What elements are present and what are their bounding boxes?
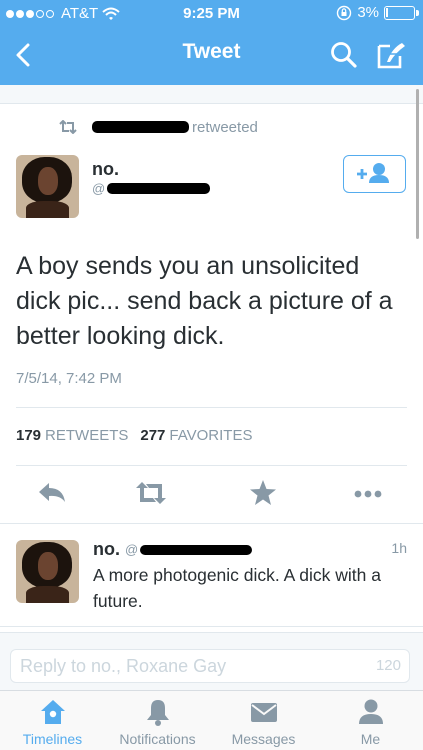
- compose-icon[interactable]: [376, 40, 408, 70]
- tweet-text: A boy sends you an unsolicited dick pic.…: [16, 252, 393, 350]
- reply-composer: 120: [0, 632, 423, 690]
- avatar-face: [38, 552, 58, 580]
- top-separator: [0, 85, 423, 104]
- tab-label: Messages: [231, 731, 296, 747]
- divider: [16, 407, 407, 408]
- avatar-shoulders: [26, 201, 69, 218]
- retweets-label[interactable]: RETWEETS: [45, 427, 128, 444]
- retweet-small-icon: [59, 120, 77, 134]
- person-icon: [359, 699, 383, 724]
- favorite-star-icon[interactable]: [245, 475, 281, 511]
- avatar-face: [38, 167, 58, 195]
- divider: [0, 523, 423, 524]
- retweet-context: retweeted: [58, 117, 258, 137]
- retweet-icon[interactable]: [133, 475, 169, 511]
- reply-icon[interactable]: [35, 475, 71, 511]
- tab-notifications[interactable]: Notifications: [105, 691, 210, 750]
- bell-icon: [147, 700, 169, 726]
- tweet-stats: 179 RETWEETS 277 FAVORITES: [16, 427, 252, 444]
- envelope-icon: [251, 703, 277, 722]
- scrollbar[interactable]: [416, 89, 419, 239]
- battery-icon: [384, 5, 419, 20]
- reply-author-name[interactable]: no.: [93, 539, 120, 560]
- divider: [0, 626, 423, 627]
- orientation-lock-icon: [337, 5, 352, 20]
- page-title: Tweet: [182, 40, 241, 63]
- reply-time: 1h: [391, 540, 407, 556]
- retweeted-label: retweeted: [192, 118, 258, 136]
- divider: [16, 465, 407, 466]
- author-name[interactable]: no.: [92, 159, 119, 180]
- search-icon[interactable]: [330, 41, 358, 69]
- more-icon[interactable]: [350, 475, 386, 511]
- tab-timelines[interactable]: Timelines: [0, 691, 105, 750]
- handle-prefix: @: [125, 542, 139, 557]
- avatar-shoulders: [26, 586, 69, 603]
- redacted-handle: [140, 544, 253, 555]
- tab-bar: Timelines Notifications Messages Me: [0, 690, 423, 750]
- redacted-retweeter-name: [92, 121, 189, 133]
- reply-input[interactable]: [10, 649, 410, 683]
- tab-label: Me: [360, 731, 381, 747]
- reply-text: A more photogenic dick. A dick with a fu…: [93, 565, 381, 611]
- favorites-count[interactable]: 277: [140, 427, 165, 444]
- char-count: 120: [375, 657, 401, 674]
- follow-button[interactable]: [343, 155, 406, 193]
- tab-label: Timelines: [22, 731, 83, 747]
- status-right: 3%: [336, 4, 419, 21]
- reply-author-handle[interactable]: @: [125, 542, 253, 557]
- tweet-detail[interactable]: retweeted no. @ A boy sends you an unsol…: [0, 85, 423, 690]
- handle-prefix: @: [92, 181, 106, 196]
- tab-messages[interactable]: Messages: [211, 691, 316, 750]
- top-bar: AT&T 9:25 PM 3% Tweet: [0, 0, 423, 85]
- tab-label: Notifications: [119, 731, 196, 747]
- add-user-icon: [357, 163, 389, 183]
- redacted-handle: [107, 183, 211, 194]
- battery-percent: 3%: [357, 4, 379, 21]
- status-bar: AT&T 9:25 PM 3%: [0, 0, 423, 28]
- reply-avatar[interactable]: [16, 540, 79, 603]
- tab-me[interactable]: Me: [318, 691, 423, 750]
- author-avatar[interactable]: [16, 155, 79, 218]
- home-icon: [41, 700, 65, 724]
- retweets-count[interactable]: 179: [16, 427, 41, 444]
- favorites-label[interactable]: FAVORITES: [169, 427, 252, 444]
- author-handle[interactable]: @: [92, 181, 211, 196]
- battery-fill: [386, 7, 388, 17]
- tweet-date: 7/5/14, 7:42 PM: [16, 370, 122, 387]
